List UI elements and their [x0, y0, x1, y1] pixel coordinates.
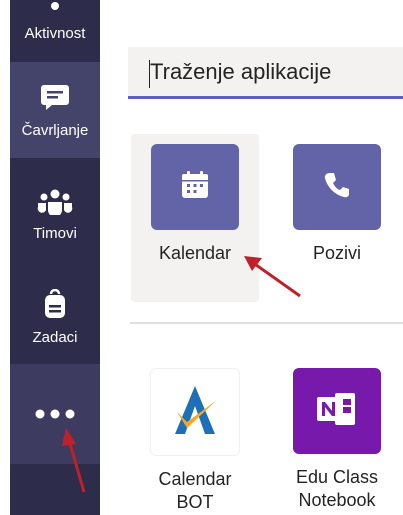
- rail-item-chat[interactable]: Čavrljanje: [10, 62, 100, 158]
- search-input[interactable]: [150, 59, 400, 85]
- app-icon-calls: [293, 144, 381, 230]
- app-icon-edu-class-notebook: [293, 368, 381, 454]
- calendar-icon: [179, 169, 211, 206]
- calendar-bot-logo: [165, 382, 225, 443]
- rail-item-label: Zadaci: [32, 328, 78, 346]
- label-line-1: Calendar: [158, 469, 232, 489]
- rail-item-assignments[interactable]: Zadaci: [10, 272, 100, 362]
- activity-icon: [51, 2, 59, 10]
- onenote-icon: [315, 389, 359, 434]
- rail-item-label: Timovi: [33, 224, 77, 242]
- app-icon-calendar-bot: [150, 368, 240, 456]
- rail-item-teams[interactable]: Timovi: [10, 170, 100, 260]
- app-icon-calendar: [151, 144, 239, 230]
- label-line-1: Edu Class: [295, 467, 379, 487]
- section-divider: [130, 322, 403, 324]
- app-tile-calls[interactable]: Pozivi: [273, 134, 401, 302]
- text-caret: [149, 60, 150, 88]
- rail-item-label: Aktivnost: [24, 25, 86, 42]
- label-line-2: BOT: [176, 492, 214, 512]
- app-tile-calendar[interactable]: Kalendar: [131, 134, 259, 302]
- app-tile-calendar-bot[interactable]: Calendar BOT: [131, 358, 259, 515]
- app-tile-edu-class-notebook[interactable]: Edu Class Notebook: [273, 358, 401, 515]
- backpack-icon: [43, 288, 67, 323]
- app-label-edu-class-notebook: Edu Class Notebook: [296, 466, 378, 512]
- app-label-calendar-bot: Calendar BOT: [158, 468, 231, 514]
- window-edge: [0, 0, 10, 515]
- label-line-2: Notebook: [298, 490, 376, 510]
- chat-icon: [40, 82, 70, 116]
- rail-item-label: Čavrljanje: [21, 121, 89, 139]
- phone-icon: [322, 170, 352, 205]
- app-label-calendar: Kalendar: [158, 243, 232, 263]
- rail-item-activity[interactable]: Aktivnost: [10, 0, 100, 48]
- app-label-calls: Pozivi: [312, 243, 361, 263]
- more-icon: [35, 406, 75, 423]
- more-apps-button[interactable]: [10, 364, 100, 464]
- search-box[interactable]: [128, 47, 403, 99]
- teams-icon: [37, 189, 73, 219]
